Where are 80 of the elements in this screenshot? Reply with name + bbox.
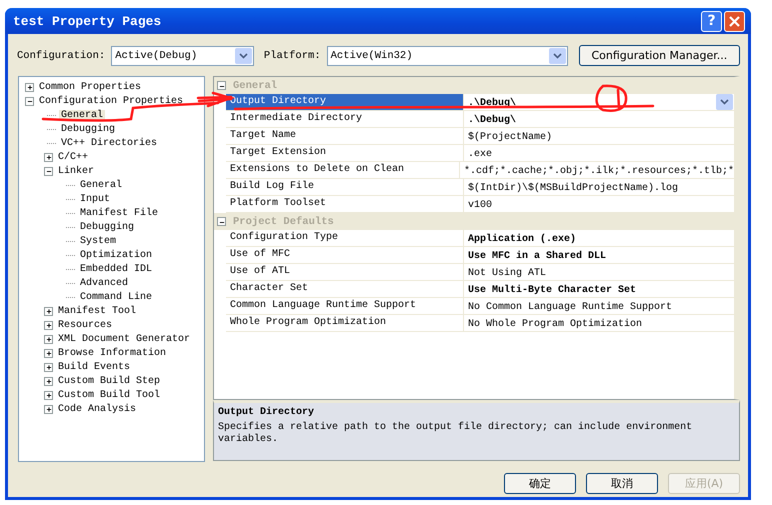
platform-label: Platform: bbox=[264, 50, 321, 62]
help-button[interactable]: ? bbox=[701, 10, 722, 32]
expander[interactable] bbox=[44, 376, 53, 386]
category-header: Project Defaults bbox=[233, 216, 334, 228]
property-value: *.cdf;*.cache;*.obj;*.ilk;*.resources;*.tlb;* bbox=[462, 164, 734, 176]
plus-icon bbox=[46, 154, 52, 161]
property-value: Not Using ATL bbox=[467, 266, 548, 278]
expander[interactable] bbox=[44, 152, 53, 162]
category-header: General bbox=[233, 80, 278, 92]
dialog-button[interactable]: 取消 bbox=[586, 473, 658, 494]
platform-dropdown[interactable]: Active(Win32) bbox=[326, 46, 568, 66]
close-button[interactable] bbox=[724, 10, 745, 32]
expander[interactable] bbox=[44, 320, 53, 330]
plus-icon bbox=[46, 378, 52, 385]
configuration-dropdown[interactable]: Active(Debug) bbox=[111, 46, 254, 66]
property-value: $(ProjectName) bbox=[467, 130, 554, 142]
expander[interactable] bbox=[217, 81, 226, 90]
expander[interactable] bbox=[44, 334, 53, 344]
expander[interactable] bbox=[44, 306, 53, 316]
tree-item[interactable]: Input bbox=[78, 194, 112, 204]
plus-icon bbox=[46, 406, 52, 413]
property-value: .\Debug\ bbox=[467, 96, 518, 108]
tree-item[interactable]: Debugging bbox=[78, 222, 136, 232]
plus-icon bbox=[46, 322, 52, 329]
property-value: .exe bbox=[467, 148, 494, 160]
plus-icon bbox=[26, 84, 32, 91]
tree-item[interactable]: Code Analysis bbox=[56, 404, 138, 414]
dialog-button[interactable]: 确定 bbox=[504, 473, 576, 494]
property-value: Application (.exe) bbox=[467, 232, 578, 244]
expander[interactable] bbox=[44, 404, 53, 414]
tree-item[interactable]: Build Events bbox=[56, 362, 132, 372]
property-value: Use MFC in a Shared DLL bbox=[467, 250, 608, 262]
configuration-label: Configuration: bbox=[17, 50, 106, 62]
tree-item[interactable]: Command Line bbox=[78, 292, 154, 302]
tree-item[interactable]: Configuration Properties bbox=[37, 96, 186, 106]
plus-icon bbox=[46, 392, 52, 399]
tree-item[interactable]: VC++ Directories bbox=[59, 138, 160, 148]
close-icon bbox=[729, 16, 740, 26]
tree-item[interactable]: XML Document Generator bbox=[56, 334, 192, 344]
tree-item[interactable]: Advanced bbox=[78, 278, 130, 288]
tree-item[interactable]: Manifest File bbox=[78, 208, 160, 218]
tree-item[interactable]: Custom Build Tool bbox=[56, 390, 162, 400]
description-title: Output Directory bbox=[218, 407, 316, 418]
plus-icon bbox=[46, 308, 52, 315]
expander[interactable] bbox=[44, 348, 53, 358]
expander[interactable] bbox=[44, 390, 53, 400]
property-value: No Whole Program Optimization bbox=[467, 318, 644, 330]
tree-item[interactable]: Browse Information bbox=[56, 348, 168, 358]
chevron-down-icon bbox=[234, 48, 252, 64]
property-value: .\Debug\ bbox=[467, 114, 518, 126]
tree-item[interactable]: System bbox=[78, 236, 118, 246]
tree-item[interactable]: Linker bbox=[56, 166, 96, 176]
property-value: v100 bbox=[467, 198, 494, 210]
expander[interactable] bbox=[25, 96, 34, 106]
configuration-manager-button[interactable]: Configuration Manager... bbox=[578, 45, 740, 66]
tree-item[interactable]: C/C++ bbox=[56, 152, 90, 162]
expander[interactable] bbox=[25, 82, 34, 92]
property-value: No Common Language Runtime Support bbox=[467, 300, 674, 312]
tree-item[interactable]: Optimization bbox=[78, 250, 154, 260]
tree-item[interactable]: Debugging bbox=[59, 124, 118, 134]
tree-item[interactable]: Common Properties bbox=[37, 82, 144, 92]
tree-item[interactable]: Embedded IDL bbox=[78, 264, 154, 274]
description-text: Specifies a relative path to the output file directory; can include environment variables. bbox=[218, 422, 694, 446]
property-value: $(IntDir)\$(MSBuildProjectName).log bbox=[467, 182, 680, 194]
plus-icon bbox=[46, 350, 52, 357]
property-value: Use Multi-Byte Character Set bbox=[467, 284, 638, 296]
chevron-down-icon[interactable] bbox=[716, 94, 733, 110]
plus-icon bbox=[46, 336, 52, 343]
minus-icon bbox=[26, 98, 32, 105]
expander[interactable] bbox=[44, 166, 53, 176]
expander[interactable] bbox=[44, 362, 53, 372]
tree-item[interactable]: Manifest Tool bbox=[56, 306, 138, 316]
chevron-down-icon bbox=[548, 48, 566, 64]
window-title: test Property Pages bbox=[13, 14, 162, 28]
expander[interactable] bbox=[217, 217, 226, 226]
tree-item[interactable]: Resources bbox=[56, 320, 114, 330]
plus-icon bbox=[46, 364, 52, 371]
tree-item[interactable]: General bbox=[78, 180, 124, 190]
minus-icon bbox=[46, 168, 52, 175]
tree-item[interactable]: Custom Build Step bbox=[56, 376, 162, 386]
